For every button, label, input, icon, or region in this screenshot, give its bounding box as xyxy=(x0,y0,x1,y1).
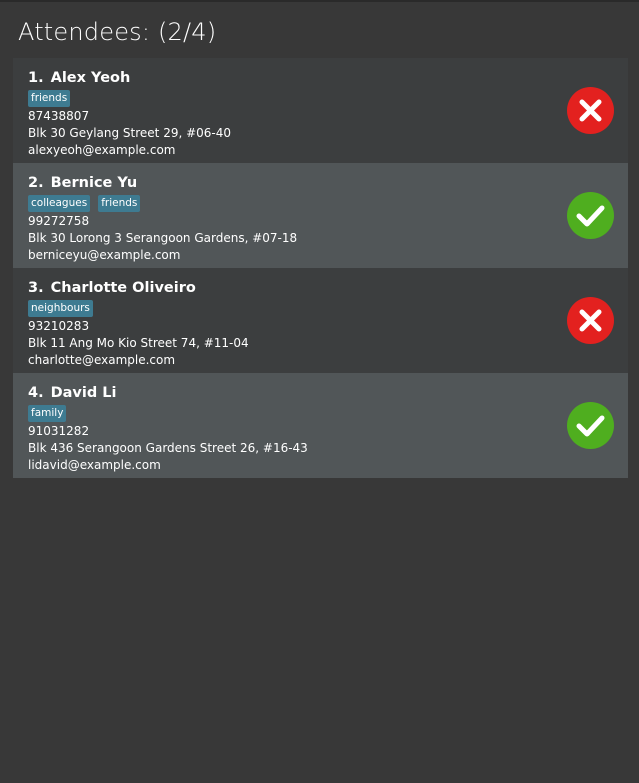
attendee-index: 3. xyxy=(28,280,44,296)
phone-number: 87438807 xyxy=(28,109,90,123)
cross-icon xyxy=(579,309,602,332)
absent-status-button[interactable] xyxy=(567,297,614,344)
tag-list: colleagues friends xyxy=(28,195,613,213)
attendee-list: 1. Alex Yeoh friends 87438807 Blk 30 Geyl… xyxy=(13,58,628,478)
attendee-name-row: 3. Charlotte Oliveiro xyxy=(28,278,613,298)
attendee-index: 2. xyxy=(28,175,44,191)
attendee-card[interactable]: 1. Alex Yeoh friends 87438807 Blk 30 Geyl… xyxy=(13,58,628,163)
attendee-index: 4. xyxy=(28,385,44,401)
tag-list: friends xyxy=(28,90,613,108)
cross-icon xyxy=(579,99,602,122)
address: Blk 11 Ang Mo Kio Street 74, #11-04 xyxy=(28,336,249,350)
page-title: Attendees: (2/4) xyxy=(18,18,217,46)
check-icon xyxy=(576,415,605,437)
window-top-border xyxy=(0,0,639,2)
attendee-name: Alex Yeoh xyxy=(50,70,131,86)
attendee-name-row: 1. Alex Yeoh xyxy=(28,68,613,88)
tag: friends xyxy=(28,90,71,107)
address: Blk 436 Serangoon Gardens Street 26, #16… xyxy=(28,441,308,455)
phone-number: 99272758 xyxy=(28,214,90,228)
attendee-index: 1. xyxy=(28,70,44,86)
phone-number: 91031282 xyxy=(28,424,90,438)
tag: family xyxy=(28,405,67,422)
tag: colleagues xyxy=(28,195,91,212)
check-icon xyxy=(576,205,605,227)
tag: neighbours xyxy=(28,300,93,317)
attendee-name-row: 2. Bernice Yu xyxy=(28,173,613,193)
tag: friends xyxy=(98,195,141,212)
email: lidavid@example.com xyxy=(28,458,161,472)
address: Blk 30 Lorong 3 Serangoon Gardens, #07-1… xyxy=(28,231,298,245)
attendee-name-row: 4. David Li xyxy=(28,383,613,403)
absent-status-button[interactable] xyxy=(567,87,614,134)
attendee-name: Charlotte Oliveiro xyxy=(50,280,196,296)
attendee-name: David Li xyxy=(50,385,117,401)
attendee-card[interactable]: 2. Bernice Yu colleagues friends 99272758… xyxy=(13,163,628,268)
present-status-button[interactable] xyxy=(567,192,614,239)
phone-number: 93210283 xyxy=(28,319,90,333)
attendee-card[interactable]: 3. Charlotte Oliveiro neighbours 93210283… xyxy=(13,268,628,373)
email: charlotte@example.com xyxy=(28,353,176,367)
tag-list: family xyxy=(28,405,613,423)
email: alexyeoh@example.com xyxy=(28,143,176,157)
address: Blk 30 Geylang Street 29, #06-40 xyxy=(28,126,232,140)
attendee-name: Bernice Yu xyxy=(50,175,138,191)
email: berniceyu@example.com xyxy=(28,248,181,262)
present-status-button[interactable] xyxy=(567,402,614,449)
tag-list: neighbours xyxy=(28,300,613,318)
attendee-card[interactable]: 4. David Li family 91031282 Blk 436 Seran… xyxy=(13,373,628,478)
